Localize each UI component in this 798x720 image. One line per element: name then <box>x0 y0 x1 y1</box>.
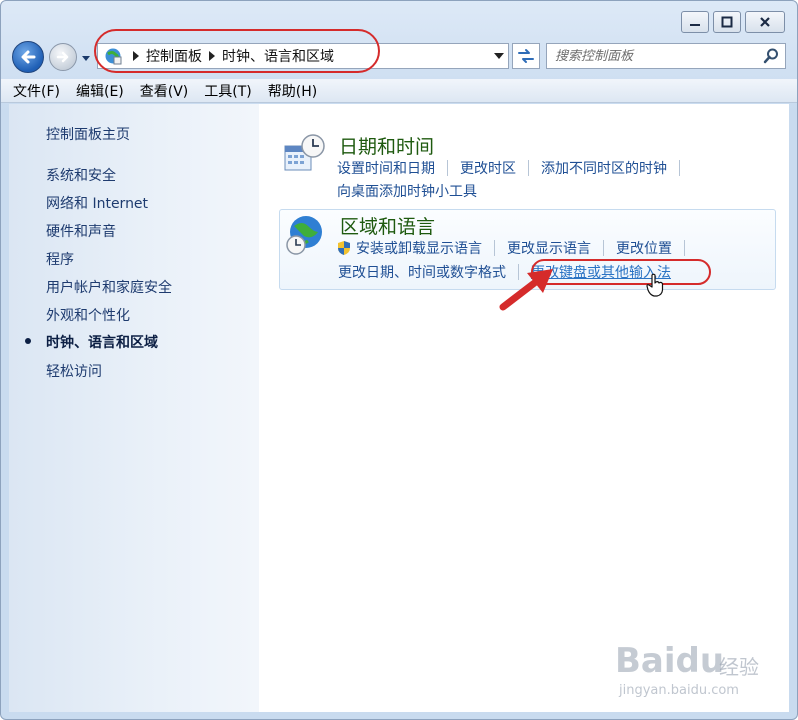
separator <box>684 240 685 256</box>
sidebar-item-ease-of-access[interactable]: 轻松访问 <box>46 361 102 381</box>
globe-clock-icon[interactable] <box>284 214 328 258</box>
annotation-circle-keyboard-link <box>531 259 711 285</box>
sidebar-item-network-internet[interactable]: 网络和 Internet <box>46 193 148 213</box>
watermark-url: jingyan.baidu.com <box>619 683 739 698</box>
sidebar-item-system-security[interactable]: 系统和安全 <box>46 165 116 185</box>
close-icon <box>760 17 770 27</box>
close-button[interactable] <box>745 11 785 33</box>
caption-buttons <box>677 11 785 33</box>
category-title-region-language[interactable]: 区域和语言 <box>340 212 435 239</box>
sidebar-item-user-accounts[interactable]: 用户帐户和家庭安全 <box>46 277 172 297</box>
link-change-location[interactable]: 更改位置 <box>616 238 672 258</box>
link-change-time-zone[interactable]: 更改时区 <box>460 158 516 178</box>
link-set-time-date[interactable]: 设置时间和日期 <box>337 158 435 178</box>
search-box[interactable] <box>546 43 786 69</box>
link-change-display-language[interactable]: 更改显示语言 <box>507 238 591 258</box>
menu-file[interactable]: 文件(F) <box>13 81 60 101</box>
control-panel-window: 控制面板 时钟、语言和区域 文件(F) 编辑(E) 查看(V) 工具(T) 帮助… <box>0 0 798 720</box>
category-date-time: 日期和时间 设置时间和日期 更改时区 添加不同时区的时钟 向桌面添加时钟小工具 <box>279 132 777 202</box>
maximize-icon <box>721 16 733 28</box>
sidebar-item-control-panel-home[interactable]: 控制面板主页 <box>46 124 130 144</box>
current-item-bullet <box>25 338 31 344</box>
watermark-brand: Baidu <box>615 641 725 681</box>
sidebar-item-appearance[interactable]: 外观和个性化 <box>46 305 130 325</box>
annotation-arrow-icon <box>499 269 553 311</box>
menu-edit[interactable]: 编辑(E) <box>76 81 124 101</box>
menu-view[interactable]: 查看(V) <box>140 81 189 101</box>
menu-tools[interactable]: 工具(T) <box>204 81 251 101</box>
back-arrow-icon <box>21 50 36 64</box>
link-change-date-time-number-format[interactable]: 更改日期、时间或数字格式 <box>338 262 506 282</box>
sidebar-item-hardware-sound[interactable]: 硬件和声音 <box>46 221 116 241</box>
address-dropdown-icon[interactable] <box>494 52 504 60</box>
back-button[interactable] <box>12 41 44 73</box>
refresh-icon <box>518 49 534 63</box>
separator <box>679 160 680 176</box>
menu-help[interactable]: 帮助(H) <box>268 81 317 101</box>
uac-shield-icon <box>338 241 350 255</box>
separator <box>447 160 448 176</box>
category-title-date-time[interactable]: 日期和时间 <box>339 132 434 159</box>
separator <box>528 160 529 176</box>
task-line: 安装或卸载显示语言 更改显示语言 更改位置 <box>336 238 697 258</box>
search-input[interactable] <box>555 46 755 66</box>
minimize-button[interactable] <box>681 11 709 33</box>
annotation-circle-address <box>94 29 380 73</box>
forward-arrow-icon <box>56 51 69 63</box>
sidebar-item-clock-language-region[interactable]: 时钟、语言和区域 <box>46 332 158 352</box>
minimize-icon <box>690 24 700 26</box>
link-install-display-language[interactable]: 安装或卸载显示语言 <box>356 238 482 258</box>
forward-button[interactable] <box>49 43 77 71</box>
calendar-clock-icon[interactable] <box>283 132 327 176</box>
link-add-clock-gadget[interactable]: 向桌面添加时钟小工具 <box>337 181 477 201</box>
refresh-button[interactable] <box>512 43 540 69</box>
sidebar-item-programs[interactable]: 程序 <box>46 249 74 269</box>
hand-cursor-icon <box>646 273 664 297</box>
separator <box>603 240 604 256</box>
watermark-cn: 经验 <box>719 655 759 679</box>
baidu-watermark: Baidu 经验 jingyan.baidu.com <box>607 633 785 705</box>
main-content: 日期和时间 设置时间和日期 更改时区 添加不同时区的时钟 向桌面添加时钟小工具 <box>259 104 789 712</box>
search-icon[interactable] <box>763 48 779 64</box>
task-line: 向桌面添加时钟小工具 <box>337 181 477 201</box>
menu-bar: 文件(F) 编辑(E) 查看(V) 工具(T) 帮助(H) <box>1 79 797 103</box>
maximize-button[interactable] <box>713 11 741 33</box>
separator <box>494 240 495 256</box>
history-dropdown-icon[interactable] <box>81 53 91 63</box>
task-line: 设置时间和日期 更改时区 添加不同时区的时钟 <box>337 158 692 178</box>
link-add-clocks[interactable]: 添加不同时区的时钟 <box>541 158 667 178</box>
sidebar: 控制面板主页 系统和安全 网络和 Internet 硬件和声音 程序 用户帐户和… <box>9 104 259 712</box>
